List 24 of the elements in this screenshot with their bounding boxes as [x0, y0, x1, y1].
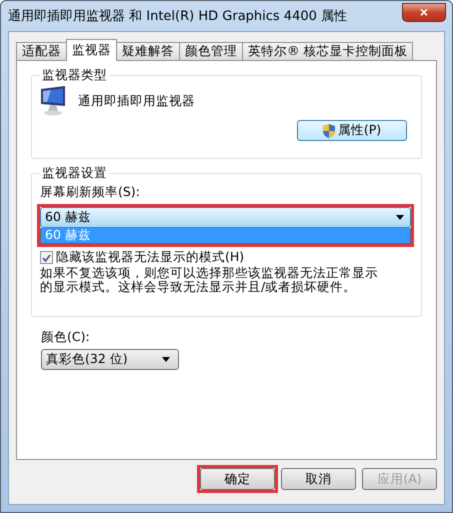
close-button[interactable]: × — [402, 2, 446, 22]
refresh-rate-dropdown[interactable]: 60 赫兹 — [40, 207, 411, 228]
tab[interactable]: 英特尔® 核芯显卡控制面板 — [242, 42, 414, 61]
group-title: 监视器类型 — [41, 67, 108, 84]
checkbox-label: 隐藏该监视器无法显示的模式(H) — [56, 249, 244, 266]
warning-text: 如果不复选该项，则您可以选择那些该监视器无法正常显示的显示模式。这样会导致无法显示并且/或者损坏硬件。 — [40, 266, 379, 294]
shield-icon — [322, 124, 335, 138]
group-title: 监视器设置 — [41, 165, 108, 182]
dialog-button[interactable]: 取消 — [281, 468, 356, 490]
monitor-name: 通用即插即用监视器 — [78, 92, 195, 110]
tab[interactable]: 适配器 — [16, 42, 67, 61]
color-dropdown[interactable]: 真彩色(32 位) — [41, 349, 179, 370]
monitor-icon — [40, 86, 66, 116]
tab[interactable]: 颜色管理 — [179, 42, 243, 61]
tab[interactable]: 疑难解答 — [116, 42, 180, 61]
caret-icon — [396, 215, 404, 220]
field-label: 颜色(C): — [41, 329, 91, 346]
window-title: 通用即插即用监视器 和 Intel(R) HD Graphics 4400 属性 — [8, 8, 348, 25]
checkbox[interactable] — [40, 251, 53, 264]
tab[interactable]: 监视器 — [66, 39, 117, 61]
dialog-button[interactable]: 确定 — [200, 468, 275, 490]
caret-icon — [162, 357, 170, 362]
properties-button[interactable]: 属性(P) — [297, 120, 407, 141]
field-label: 屏幕刷新频率(S): — [40, 184, 140, 199]
